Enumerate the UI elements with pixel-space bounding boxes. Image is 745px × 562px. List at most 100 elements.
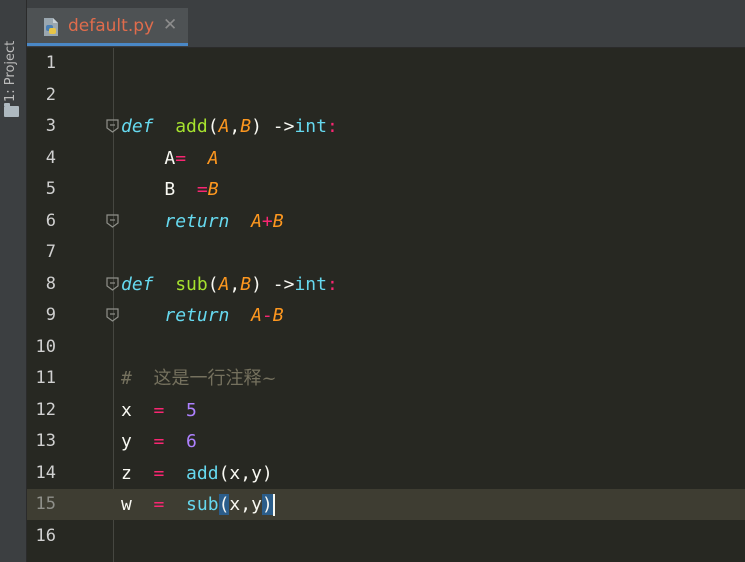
- code-token: B: [240, 116, 252, 137]
- code-line[interactable]: 15 w = sub(x,y): [27, 489, 745, 520]
- code-token: :: [326, 116, 338, 137]
- code-token: ): [261, 494, 273, 515]
- code-token: =: [196, 179, 208, 200]
- line-number: 4: [45, 147, 56, 168]
- code-text[interactable]: z = add(x,y): [121, 458, 273, 489]
- code-token: add: [175, 116, 208, 137]
- python-file-icon: [44, 18, 58, 36]
- code-text[interactable]: A= A: [121, 143, 219, 174]
- code-token: ,: [229, 116, 241, 137]
- code-token: x: [121, 399, 154, 421]
- code-token: return: [164, 210, 230, 232]
- code-text[interactable]: return A+B: [121, 206, 283, 237]
- fold-marker-icon[interactable]: [106, 276, 119, 291]
- code-token: =: [175, 147, 187, 169]
- code-text[interactable]: def sub(A,B) ->int:: [121, 269, 338, 300]
- code-token: def: [121, 273, 154, 295]
- code-token: ) ->: [251, 273, 295, 295]
- code-line[interactable]: 1: [27, 48, 745, 79]
- code-text[interactable]: x = 5: [121, 395, 197, 426]
- code-text[interactable]: def add(A,B) ->int:: [121, 111, 338, 142]
- code-line[interactable]: 12 x = 5: [27, 395, 745, 426]
- code-token: def: [121, 116, 154, 137]
- code-line[interactable]: 11 # 这是一行注释~: [27, 363, 745, 394]
- project-tab-label[interactable]: 1: Project: [3, 22, 18, 102]
- code-token: return: [164, 305, 230, 326]
- code-editor[interactable]: 1 2 3 def add(A,B) ->int: 4 A= A5 B =B 6 retu…: [27, 48, 745, 562]
- code-line[interactable]: 5 B =B: [27, 174, 745, 205]
- code-line[interactable]: 9 return A-B: [27, 300, 745, 331]
- code-token: (x,y): [218, 462, 273, 484]
- code-token: ) ->: [251, 116, 295, 137]
- left-tool-strip: 1: Project: [0, 0, 27, 562]
- code-token: -: [261, 305, 273, 326]
- code-line[interactable]: 16: [27, 521, 745, 552]
- project-tool-tab[interactable]: 1: Project: [0, 10, 26, 120]
- code-line[interactable]: 10: [27, 332, 745, 363]
- code-line[interactable]: 14 z = add(x,y): [27, 458, 745, 489]
- code-token: 5: [186, 399, 197, 421]
- line-number: 15: [35, 494, 56, 514]
- code-text[interactable]: y = 6: [121, 426, 197, 457]
- line-number: 10: [35, 336, 56, 357]
- line-number: 8: [45, 273, 56, 294]
- code-token: A: [251, 305, 262, 326]
- code-token: #: [121, 368, 154, 389]
- folder-icon[interactable]: [4, 103, 19, 117]
- code-token: add: [186, 462, 219, 484]
- code-token: B: [121, 179, 197, 200]
- code-line[interactable]: 13 y = 6: [27, 426, 745, 457]
- code-text[interactable]: B =B: [121, 174, 219, 205]
- code-text[interactable]: # 这是一行注释~: [121, 363, 277, 394]
- code-token: int: [294, 116, 327, 137]
- code-token: B: [240, 273, 252, 295]
- fold-marker-icon[interactable]: [106, 213, 119, 228]
- code-token: 6: [186, 431, 197, 452]
- line-number: 1: [45, 53, 56, 73]
- code-token: =: [153, 494, 165, 515]
- code-token: 这是一行注释~: [153, 368, 277, 389]
- code-token: sub: [175, 273, 208, 295]
- fold-marker-icon[interactable]: [106, 119, 119, 133]
- code-token: z: [121, 462, 154, 484]
- code-token: A: [121, 147, 176, 169]
- code-line[interactable]: 4 A= A: [27, 143, 745, 174]
- code-token: (: [207, 116, 219, 137]
- line-number: 9: [45, 305, 56, 325]
- fold-marker-icon[interactable]: [106, 308, 119, 322]
- code-text[interactable]: return A-B: [121, 300, 284, 331]
- editor-tab-bar: default.py ✕: [27, 0, 745, 48]
- line-number: 14: [35, 462, 56, 483]
- code-token: A: [207, 147, 219, 169]
- code-token: (: [218, 494, 230, 515]
- close-icon[interactable]: ✕: [163, 15, 177, 35]
- code-token: A: [251, 210, 262, 232]
- line-number: 5: [45, 179, 56, 199]
- code-line[interactable]: 3 def add(A,B) ->int:: [27, 111, 745, 142]
- code-token: =: [153, 399, 165, 421]
- tab-default-py[interactable]: default.py ✕: [27, 8, 188, 46]
- code-line[interactable]: 8 def sub(A,B) ->int:: [27, 269, 745, 300]
- code-line[interactable]: 6 return A+B: [27, 206, 745, 237]
- code-token: (: [207, 273, 219, 295]
- code-text[interactable]: w = sub(x,y): [121, 489, 275, 520]
- code-token: B: [272, 305, 284, 326]
- code-line[interactable]: 2: [27, 80, 745, 111]
- code-token: =: [153, 431, 165, 452]
- tab-file-name[interactable]: default.py: [68, 16, 154, 36]
- line-number: 11: [35, 368, 56, 388]
- code-token: B: [207, 179, 219, 200]
- code-token: y: [121, 431, 154, 452]
- code-line[interactable]: 7: [27, 237, 745, 268]
- code-token: :: [326, 273, 338, 295]
